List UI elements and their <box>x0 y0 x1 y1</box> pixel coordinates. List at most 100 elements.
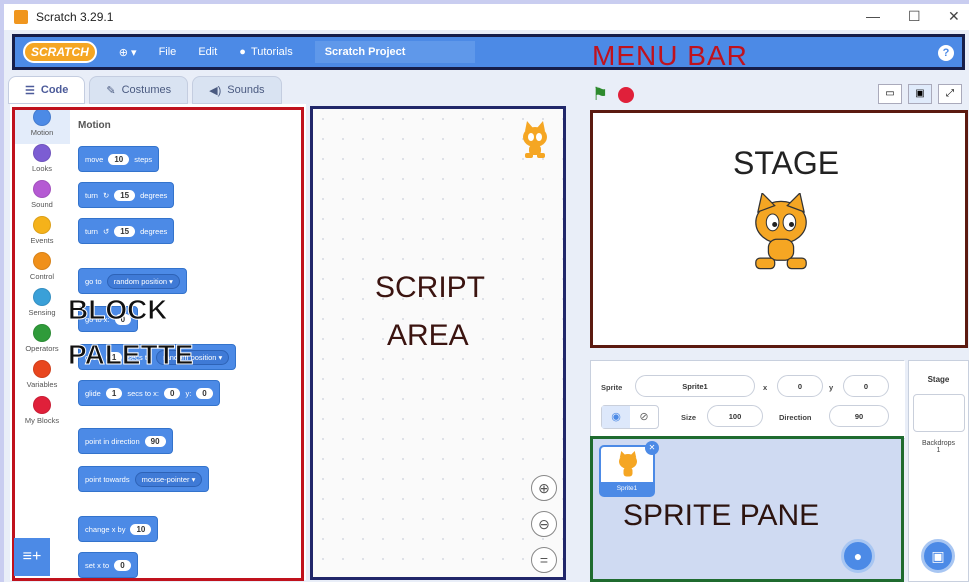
point-towards-block[interactable]: point towards mouse-pointer ▾ <box>78 466 210 492</box>
green-flag-icon[interactable]: ⚑ <box>592 84 608 105</box>
x-field[interactable]: 0 <box>777 375 823 397</box>
category-variables[interactable]: Variables <box>14 360 70 396</box>
operators-dot-icon <box>33 324 51 342</box>
hide-eye-icon[interactable]: ⊘ <box>630 406 658 428</box>
turn-left-block[interactable]: turn ↺ 15 degrees <box>78 218 175 244</box>
sprite-info: Sprite Sprite1 x 0 y 0 ◉ ⊘ Size 100 Dire… <box>591 361 905 439</box>
block-input[interactable]: 0 <box>196 387 213 399</box>
delete-sprite-icon[interactable]: ✕ <box>645 441 659 455</box>
show-eye-icon[interactable]: ◉ <box>602 406 630 428</box>
category-control[interactable]: Control <box>14 252 70 288</box>
block-input[interactable]: 15 <box>114 189 136 201</box>
block-input[interactable]: 10 <box>130 523 152 535</box>
visibility-toggle: ◉ ⊘ <box>601 405 659 429</box>
sprite-name-field[interactable]: Sprite1 <box>635 375 755 397</box>
block-palette-annotation-1: BLOCK <box>68 294 169 326</box>
cat-sprite-icon <box>755 193 807 270</box>
looks-dot-icon <box>33 144 51 162</box>
category-motion[interactable]: Motion <box>14 108 70 144</box>
sound-dot-icon <box>33 180 51 198</box>
add-extension-button[interactable]: ≡+ <box>14 538 50 576</box>
scratch-logo[interactable]: SCRATCH <box>23 41 97 63</box>
fullscreen-icon[interactable]: ⤢ <box>938 84 962 104</box>
extension-icon: ≡+ <box>22 548 42 565</box>
move-steps-block[interactable]: move 10 steps <box>78 146 160 172</box>
minimize-button[interactable]: — <box>866 8 880 24</box>
code-icon: ☰ <box>25 84 35 97</box>
block-input[interactable]: 15 <box>114 225 136 237</box>
block-dropdown[interactable]: mouse-pointer ▾ <box>134 471 203 487</box>
tutorials-menu[interactable]: ● Tutorials <box>239 46 292 58</box>
backdrop-thumbnail <box>912 394 965 432</box>
small-stage-icon[interactable]: ▭ <box>878 84 902 104</box>
turn-right-block[interactable]: turn ↻ 15 degrees <box>78 182 175 208</box>
stage-selector[interactable]: Stage Backdrops 1 ▣ <box>908 360 969 582</box>
window-title: Scratch 3.29.1 <box>36 10 114 24</box>
stage-selector-title: Stage <box>927 375 950 384</box>
script-area-annotation-1: SCRIPT <box>375 271 486 304</box>
stop-icon[interactable] <box>618 86 635 103</box>
add-sprite-button[interactable]: ● <box>841 539 875 573</box>
edit-menu[interactable]: Edit <box>198 46 217 58</box>
language-menu[interactable]: ⊕ ▾ <box>119 46 137 59</box>
stage[interactable]: STAGE <box>590 110 968 348</box>
motion-dot-icon <box>33 108 51 126</box>
x-label: x <box>763 383 768 392</box>
zoom-in-button[interactable]: ⊕ <box>531 475 557 501</box>
category-operators[interactable]: Operators <box>14 324 70 360</box>
block-palette-annotation-2: PALETTE <box>67 339 194 371</box>
tab-code-label: Code <box>40 84 69 96</box>
category-looks[interactable]: Looks <box>14 144 70 180</box>
stage-size-controls: ▭ ▣ ⤢ <box>878 84 962 104</box>
category-label: Sensing <box>28 308 56 317</box>
category-sensing[interactable]: Sensing <box>14 288 70 324</box>
tab-sounds-label: Sounds <box>227 84 265 96</box>
category-label: Operators <box>25 344 59 353</box>
sprite-pane: Sprite1 ✕ SPRITE PANE ● <box>590 436 904 582</box>
set-x-block[interactable]: set x to 0 <box>78 552 138 578</box>
zoom-out-button[interactable]: ⊖ <box>531 511 557 537</box>
add-backdrop-button[interactable]: ▣ <box>921 539 955 573</box>
point-direction-block[interactable]: point in direction 90 <box>78 428 173 454</box>
category-events[interactable]: Events <box>14 216 70 252</box>
size-field[interactable]: 100 <box>707 405 763 427</box>
glide-xy-block[interactable]: glide 1 secs to x: 0 y: 0 <box>78 380 220 406</box>
block-input[interactable]: 0 <box>164 387 181 399</box>
block-input[interactable]: 10 <box>108 153 130 165</box>
backdrop-add-icon: ▣ <box>931 548 945 564</box>
rotate-ccw-icon: ↺ <box>102 226 110 236</box>
direction-field[interactable]: 90 <box>829 405 889 427</box>
script-area[interactable]: SCRIPT AREA ⊕ ⊖ = <box>310 106 566 580</box>
block-text: turn <box>85 190 98 200</box>
sprite-tile[interactable]: Sprite1 ✕ <box>599 441 659 497</box>
block-text: degrees <box>140 190 168 200</box>
maximize-button[interactable]: ☐ <box>908 8 921 25</box>
block-input[interactable]: 0 <box>114 559 131 571</box>
category-label: Sound <box>31 200 53 209</box>
close-button[interactable]: ✕ <box>948 8 960 25</box>
tab-code[interactable]: ☰ Code <box>8 76 86 104</box>
category-sound[interactable]: Sound <box>14 180 70 216</box>
menu-bar: SCRATCH ⊕ ▾ File Edit ● Tutorials Scratch… <box>12 34 965 70</box>
large-stage-icon[interactable]: ▣ <box>908 84 932 104</box>
category-my-blocks[interactable]: My Blocks <box>14 396 70 432</box>
block-input[interactable]: 1 <box>105 387 123 399</box>
category-label: Variables <box>26 380 58 389</box>
tab-costumes[interactable]: ✎ Costumes <box>89 76 189 104</box>
change-x-block[interactable]: change x by 10 <box>78 516 159 542</box>
block-dropdown[interactable]: random position ▾ <box>106 273 180 289</box>
help-icon[interactable]: ? <box>938 45 954 61</box>
category-label: Control <box>29 272 55 281</box>
block-text: y: <box>185 388 192 398</box>
block-input[interactable]: 90 <box>144 435 166 447</box>
file-menu[interactable]: File <box>159 46 177 58</box>
go-to-block[interactable]: go to random position ▾ <box>78 268 187 294</box>
scratch-window: Scratch 3.29.1 — ☐ ✕ SCRATCH ⊕ ▾ File Ed… <box>4 4 969 582</box>
sprite-thumbnail-icon <box>523 121 547 158</box>
project-title-input[interactable]: Scratch Project <box>314 41 475 63</box>
y-label: y <box>829 383 834 392</box>
zoom-reset-button[interactable]: = <box>531 547 557 573</box>
y-field[interactable]: 0 <box>843 375 889 397</box>
tab-sounds[interactable]: ◀) Sounds <box>192 76 282 104</box>
block-text: steps <box>134 154 153 164</box>
